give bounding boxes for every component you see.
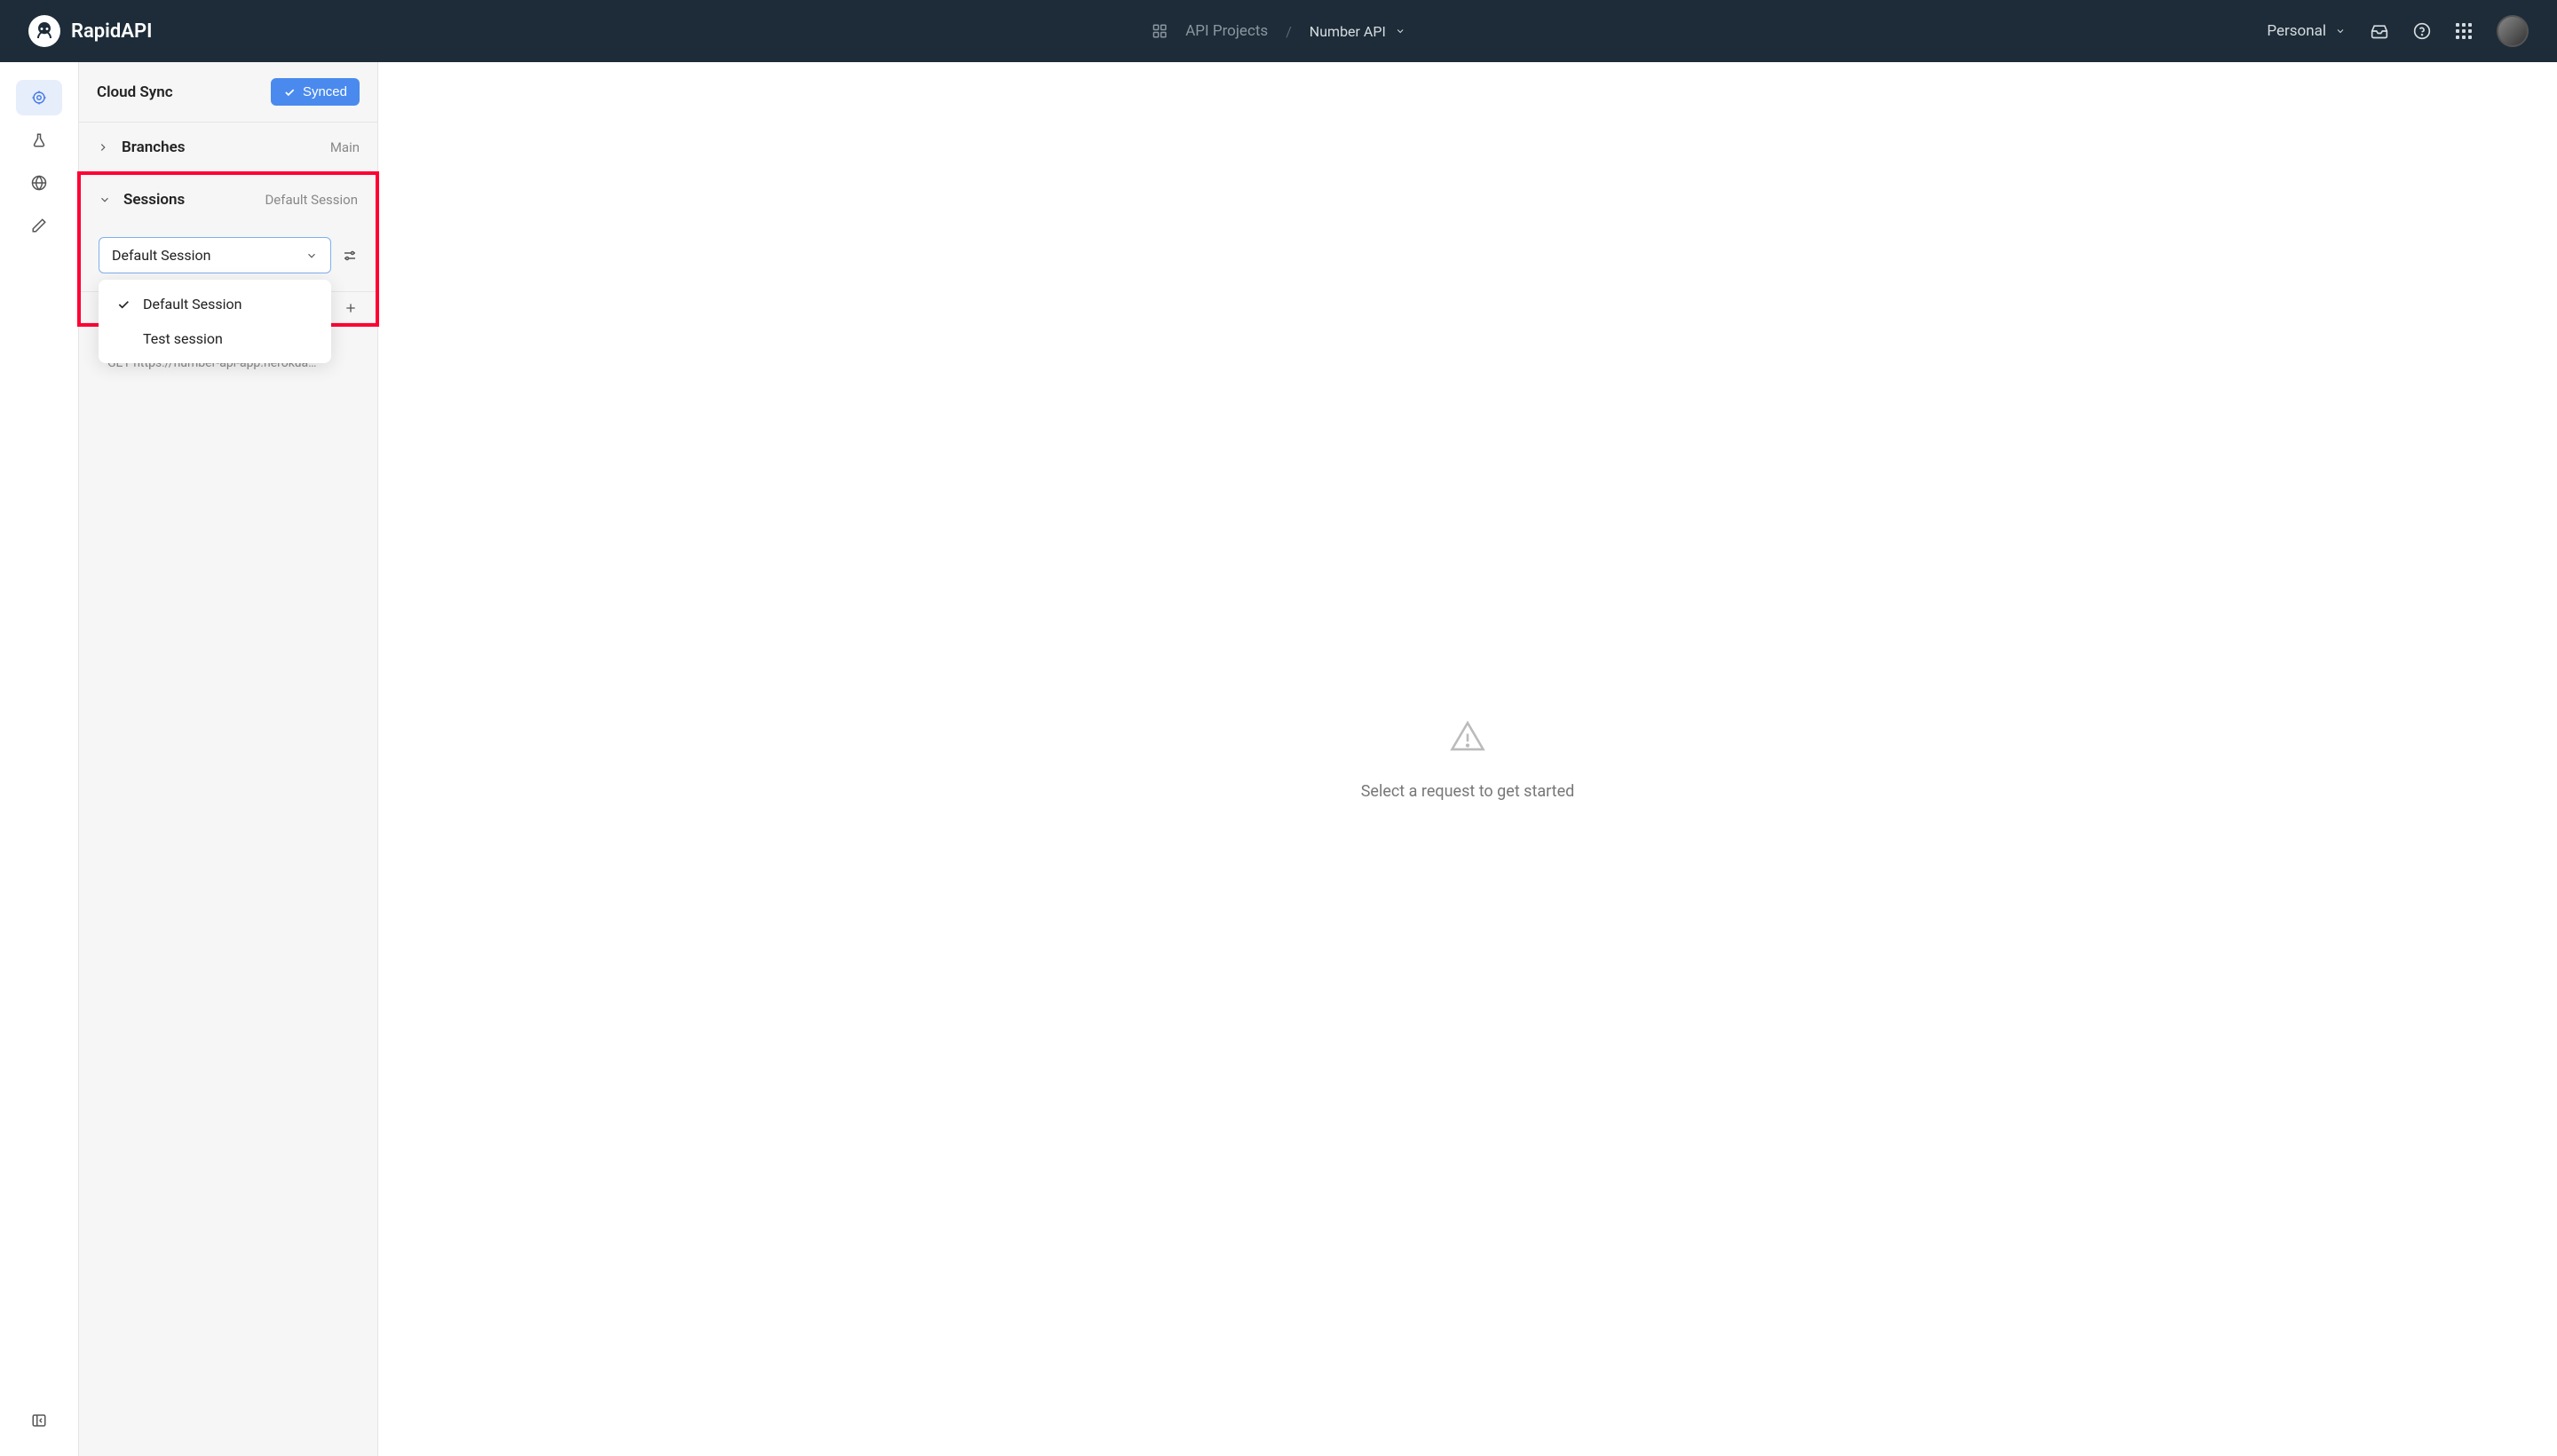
nav-rail (0, 62, 78, 1456)
rail-item-target[interactable] (16, 80, 62, 115)
header-right: Personal (2267, 15, 2529, 47)
session-option-label: Test session (143, 330, 223, 347)
pencil-icon (31, 218, 47, 233)
workspace-selector[interactable]: Personal (2267, 22, 2346, 40)
avatar[interactable] (2497, 15, 2529, 47)
sidebar: Cloud Sync Synced Branches Main (78, 62, 378, 1456)
rail-item-globe[interactable] (16, 165, 62, 201)
sessions-value: Default Session (265, 192, 358, 208)
logo-section: RapidAPI (28, 15, 152, 47)
check-icon (116, 297, 131, 312)
branches-title: Branches (122, 138, 186, 156)
apps-grid-icon[interactable] (2456, 23, 2472, 39)
session-select[interactable]: Default Session (99, 237, 331, 273)
target-icon (31, 90, 47, 106)
main-content: Select a request to get started (378, 62, 2557, 1456)
sessions-section[interactable]: Sessions Default Session (81, 175, 376, 225)
sessions-body: Default Session Default Session (81, 225, 376, 292)
rail-item-collapse[interactable] (16, 1403, 62, 1438)
breadcrumb-current-label: Number API (1310, 23, 1386, 40)
cloud-sync-section: Cloud Sync Synced (79, 62, 377, 123)
rail-item-edit[interactable] (16, 208, 62, 243)
chevron-down-icon (1395, 26, 1405, 36)
logo-icon (28, 15, 60, 47)
rail-item-flask[interactable] (16, 123, 62, 158)
synced-button[interactable]: Synced (271, 78, 360, 106)
session-option-test[interactable]: Test session (99, 321, 331, 356)
breadcrumb-parent[interactable]: API Projects (1185, 22, 1268, 40)
chevron-down-icon (2335, 26, 2346, 36)
sliders-icon[interactable] (342, 248, 358, 264)
sessions-title: Sessions (123, 191, 185, 209)
globe-icon (31, 175, 47, 191)
check-icon (283, 86, 296, 99)
logo-text: RapidAPI (71, 20, 152, 43)
chevron-right-icon (97, 141, 109, 154)
plus-icon[interactable] (344, 301, 358, 315)
inbox-icon[interactable] (2371, 22, 2388, 40)
session-dropdown: Default Session Test session (99, 280, 331, 363)
warning-icon (1449, 718, 1486, 756)
chevron-down-icon (99, 194, 111, 206)
breadcrumb-current[interactable]: Number API (1310, 23, 1405, 40)
session-option-label: Default Session (143, 296, 242, 313)
breadcrumb-separator: / (1286, 23, 1292, 40)
chevron-down-icon (305, 249, 318, 262)
cloud-sync-title: Cloud Sync (97, 83, 173, 101)
branches-section[interactable]: Branches Main (79, 123, 377, 173)
panel-icon (31, 1412, 47, 1428)
session-option-default[interactable]: Default Session (99, 287, 331, 321)
session-select-value: Default Session (112, 247, 211, 264)
grid-icon (1152, 23, 1168, 39)
flask-icon (31, 132, 47, 148)
help-icon[interactable] (2413, 22, 2431, 40)
empty-message: Select a request to get started (1361, 782, 1575, 801)
header: RapidAPI API Projects / Number API Perso… (0, 0, 2557, 62)
branches-value: Main (330, 139, 360, 155)
sessions-highlight: Sessions Default Session Default Session (77, 171, 379, 327)
synced-button-label: Synced (303, 84, 347, 99)
breadcrumb: API Projects / Number API (1152, 22, 1405, 40)
workspace-label: Personal (2267, 22, 2326, 40)
